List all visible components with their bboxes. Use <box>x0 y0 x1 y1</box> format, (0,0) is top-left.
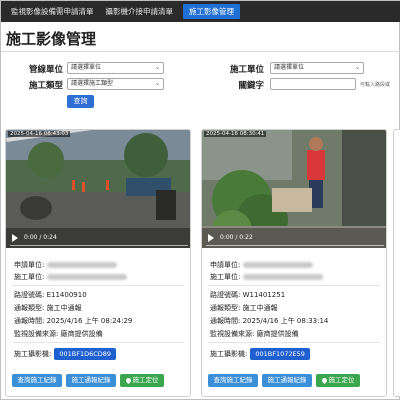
case-value: W11401251 <box>242 291 286 299</box>
type-select-value: 請選擇施工類型 <box>71 80 114 87</box>
unit-select[interactable]: 請選擇單位 ⌄ <box>67 62 164 74</box>
location-button[interactable]: 施工定位 <box>316 374 360 387</box>
location-button-label: 施工定位 <box>328 376 355 384</box>
construct-unit-select[interactable]: 請選擇單位 ⌄ <box>270 62 364 74</box>
construct-unit-select-value: 請選擇單位 <box>274 64 305 71</box>
construction-record-button[interactable]: 查詢施工紀錄 <box>12 374 62 387</box>
notify-time-label: 通報時間: <box>210 317 241 325</box>
notify-type-label: 通報類型: <box>210 304 241 312</box>
construction-record-button[interactable]: 查詢施工紀錄 <box>208 374 258 387</box>
video-progress[interactable] <box>10 244 188 246</box>
provider-label: 監視設備來源: <box>210 330 255 338</box>
case-value: E11400910 <box>46 291 87 299</box>
camera-label: 施工攝影機: <box>210 350 248 358</box>
construct-unit-label: 施工單位: <box>210 273 241 281</box>
nav-item-monitor-list[interactable]: 監視影像設備需申請清單 <box>5 1 100 22</box>
redacted-value <box>243 262 314 268</box>
video-player[interactable]: 2025-04-16 08:30:41 0:00 / 0:22 <box>202 130 386 248</box>
notify-record-button[interactable]: 施工通報紀錄 <box>66 374 116 387</box>
video-timestamp: 2025-04-16 08:30:41 <box>204 131 267 137</box>
video-timestamp: 2025-04-16 08:43:03 <box>8 131 71 137</box>
notify-type-label: 通報類型: <box>14 304 45 312</box>
notify-time-value: 2025/4/16 上午 08:24:29 <box>46 317 133 325</box>
chevron-down-icon: ⌄ <box>154 80 160 87</box>
case-label: 路證號碼: <box>210 291 241 299</box>
nav-item-construction-video[interactable]: 施工影像管理 <box>183 4 240 19</box>
notify-type-value: 施工中通報 <box>242 304 278 312</box>
provider-label: 監視設備來源: <box>14 330 59 338</box>
query-button[interactable]: 查詢 <box>67 95 94 108</box>
apply-unit-label: 申請單位: <box>14 261 45 269</box>
construct-unit-label: 施工單位: <box>14 273 45 281</box>
video-time: 0:00 / 0:24 <box>24 234 57 241</box>
redacted-value <box>47 262 118 268</box>
play-icon[interactable] <box>208 234 214 242</box>
redacted-value <box>243 274 324 280</box>
map-pin-icon <box>124 376 132 384</box>
map-pin-icon <box>320 376 328 384</box>
apply-unit-label: 申請單位: <box>210 261 241 269</box>
nav-item-camera-list[interactable]: 攝影機介接申請清單 <box>100 1 180 22</box>
redacted-value <box>47 274 128 280</box>
camera-id-badge[interactable]: 001BF1D6CD89 <box>54 348 117 360</box>
page-title: 施工影像管理 <box>6 30 97 48</box>
video-player[interactable]: 2025-04-16 08:43:03 0:00 / 0:24 <box>6 130 190 248</box>
keyword-input[interactable] <box>270 78 356 90</box>
unit-label: 管線單位 <box>28 65 63 75</box>
keyword-label: 關鍵字 <box>238 81 264 91</box>
camera-id-badge[interactable]: 001BF1072E59 <box>250 348 310 360</box>
video-card: 2025-04-16 08:43:03 0:00 / 0:24 申請單位: 施工… <box>5 129 191 397</box>
camera-label: 施工攝影機: <box>14 350 52 358</box>
keyword-hint: 可輸入路段或 <box>360 82 391 88</box>
divider <box>12 342 184 343</box>
video-controls: 0:00 / 0:22 <box>202 228 386 248</box>
provider-value: 廠商提供設備 <box>256 330 299 338</box>
video-card: 2025-04-16 08:30:41 0:00 / 0:22 申請單位: 施工… <box>201 129 387 397</box>
type-select[interactable]: 請選擇施工類型 ⌄ <box>67 78 164 90</box>
notify-type-value: 施工中通報 <box>46 304 82 312</box>
chevron-down-icon: ⌄ <box>154 64 160 71</box>
divider <box>1 51 400 52</box>
type-label: 施工類型 <box>28 81 63 91</box>
divider <box>208 285 380 286</box>
divider <box>12 285 184 286</box>
video-time: 0:00 / 0:22 <box>220 234 253 241</box>
video-controls: 0:00 / 0:24 <box>6 228 190 248</box>
notify-record-button[interactable]: 施工通報紀錄 <box>262 374 312 387</box>
chevron-down-icon: ⌄ <box>354 64 360 71</box>
provider-value: 廠商提供設備 <box>60 330 103 338</box>
notify-time-value: 2025/4/16 上午 08:33:14 <box>242 317 329 325</box>
top-nav: 監視影像設備需申請清單 攝影機介接申請清單 施工影像管理 <box>1 1 400 22</box>
unit-select-value: 請選擇單位 <box>71 64 102 71</box>
location-button-label: 施工定位 <box>132 376 159 384</box>
video-card-partial <box>393 129 400 397</box>
notify-time-label: 通報時間: <box>14 317 45 325</box>
video-progress[interactable] <box>206 244 384 246</box>
location-button[interactable]: 施工定位 <box>120 374 164 387</box>
play-icon[interactable] <box>12 234 18 242</box>
construct-unit-label: 施工單位 <box>229 65 264 75</box>
divider <box>208 342 380 343</box>
case-label: 路證號碼: <box>14 291 45 299</box>
